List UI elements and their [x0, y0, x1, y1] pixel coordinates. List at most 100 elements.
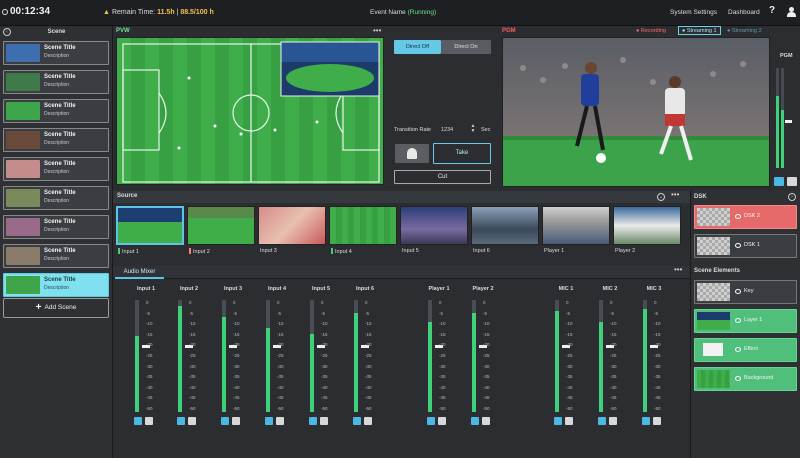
- eye-icon[interactable]: [735, 376, 741, 381]
- scene-item[interactable]: Scene Title Description: [3, 244, 109, 268]
- gear-icon[interactable]: [609, 417, 617, 425]
- dashboard-link[interactable]: Dashboard: [728, 9, 760, 16]
- scale-tick: 0: [439, 300, 442, 305]
- effect-button[interactable]: Effect: [694, 338, 797, 362]
- source-thumbnail[interactable]: [400, 206, 468, 245]
- layer-1-button[interactable]: Layer 1: [694, 309, 797, 333]
- scale-tick: -30: [483, 363, 490, 369]
- source-thumbnail[interactable]: [329, 206, 397, 245]
- pgm-fader-knob[interactable]: [785, 120, 792, 123]
- more-icon[interactable]: •••: [671, 190, 679, 199]
- dsk-1-button[interactable]: DSK 1: [694, 234, 797, 258]
- scale-tick: -35: [321, 374, 328, 380]
- gear-icon[interactable]: [276, 417, 284, 425]
- speaker-icon[interactable]: [774, 177, 784, 186]
- scale-tick: -40: [365, 384, 372, 390]
- chevron-right-icon[interactable]: ›: [788, 193, 796, 201]
- source-status-bar: [118, 248, 120, 254]
- eye-icon[interactable]: [735, 289, 741, 294]
- gear-icon[interactable]: [565, 417, 573, 425]
- speaker-icon[interactable]: [134, 417, 142, 425]
- stepper-icon[interactable]: ▲ ▼: [469, 124, 477, 135]
- speaker-icon[interactable]: [265, 417, 273, 425]
- channel-level-meter: [178, 300, 182, 412]
- gear-icon[interactable]: [438, 417, 446, 425]
- channel-level-fill: [178, 305, 182, 412]
- speaker-icon[interactable]: [471, 417, 479, 425]
- gear-icon[interactable]: [320, 417, 328, 425]
- channel-level-meter: [310, 300, 314, 412]
- speaker-icon[interactable]: [177, 417, 185, 425]
- direct-off-button[interactable]: Direct Off: [394, 40, 441, 54]
- source-thumbnail[interactable]: [613, 206, 681, 245]
- speaker-icon[interactable]: [427, 417, 435, 425]
- chevron-down-icon[interactable]: ⌄: [657, 193, 665, 201]
- scene-item[interactable]: Scene Title Description: [3, 99, 109, 123]
- more-icon[interactable]: •••: [373, 26, 381, 35]
- add-scene-button[interactable]: + Add Scene: [3, 298, 109, 318]
- direct-on-button[interactable]: Direct On: [441, 40, 491, 54]
- gear-icon[interactable]: [232, 417, 240, 425]
- speaker-icon[interactable]: [554, 417, 562, 425]
- gear-icon[interactable]: [364, 417, 372, 425]
- eye-icon[interactable]: [735, 347, 741, 352]
- source-thumbnail[interactable]: [187, 206, 255, 245]
- streaming-2-indicator[interactable]: ● Streaming 2: [727, 28, 762, 34]
- gear-icon[interactable]: [787, 177, 797, 186]
- transition-type-button[interactable]: [395, 144, 429, 163]
- speaker-icon[interactable]: [353, 417, 361, 425]
- scale-tick: -25: [439, 353, 446, 358]
- gear-icon[interactable]: [482, 417, 490, 425]
- scene-item[interactable]: Scene Title Description: [3, 41, 109, 65]
- scale-tick: -25: [483, 353, 490, 358]
- system-settings-link[interactable]: System Settings: [670, 9, 717, 16]
- scene-item[interactable]: Scene Title Description: [3, 128, 109, 152]
- scene-item[interactable]: Scene Title Description: [3, 273, 109, 297]
- help-icon[interactable]: ?: [769, 5, 775, 16]
- recording-indicator[interactable]: ● Recording: [636, 28, 666, 34]
- eye-icon[interactable]: [735, 243, 741, 248]
- more-icon[interactable]: •••: [674, 265, 682, 274]
- speaker-icon[interactable]: [309, 417, 317, 425]
- scale-tick: -5: [610, 310, 615, 316]
- scale-tick: -25: [610, 353, 617, 358]
- chevron-left-icon[interactable]: ‹: [3, 28, 11, 36]
- source-thumbnail[interactable]: [542, 206, 610, 245]
- tab-audio-mixer[interactable]: Audio Mixer: [115, 266, 164, 279]
- key-thumbnail: [697, 283, 730, 301]
- scene-thumbnail: [6, 73, 40, 91]
- source-thumbnail[interactable]: [258, 206, 326, 245]
- speaker-icon[interactable]: [221, 417, 229, 425]
- streaming-1-indicator[interactable]: ● Streaming 1: [678, 26, 721, 35]
- event-label: Event Name: [370, 9, 406, 16]
- user-icon[interactable]: [787, 7, 796, 17]
- scale-tick: -10: [146, 321, 153, 327]
- take-button[interactable]: Take: [433, 143, 491, 164]
- key-label: Key: [744, 288, 754, 294]
- source-thumbnail[interactable]: [471, 206, 539, 245]
- background-button[interactable]: Background: [694, 367, 797, 391]
- channel-scale: 0 -5 -10 -15 -20 -25 -30 -35 -40 -45 -50: [321, 300, 339, 412]
- scene-item[interactable]: Scene Title Description: [3, 186, 109, 210]
- scale-tick: 0: [365, 300, 368, 305]
- source-name: Input 1: [122, 249, 139, 255]
- scale-tick: -45: [566, 395, 573, 401]
- cut-button[interactable]: Cut: [394, 170, 491, 184]
- remain-time: ▲ Remain Time: 11.5h | 88.5/100 h: [103, 9, 214, 16]
- source-thumbnail[interactable]: [116, 206, 184, 245]
- gear-icon[interactable]: [145, 417, 153, 425]
- gear-icon[interactable]: [188, 417, 196, 425]
- speaker-icon[interactable]: [598, 417, 606, 425]
- scale-tick: -35: [233, 374, 240, 380]
- speaker-icon[interactable]: [642, 417, 650, 425]
- scene-item[interactable]: Scene Title Description: [3, 157, 109, 181]
- dsk-2-button[interactable]: DSK 2: [694, 205, 797, 229]
- transition-rate-value[interactable]: 1234: [441, 127, 453, 133]
- key-button[interactable]: Key: [694, 280, 797, 304]
- pvw-monitor[interactable]: [116, 37, 384, 185]
- gear-icon[interactable]: [653, 417, 661, 425]
- eye-icon[interactable]: [735, 214, 741, 219]
- scene-item[interactable]: Scene Title Description: [3, 70, 109, 94]
- eye-icon[interactable]: [735, 318, 741, 323]
- scene-item[interactable]: Scene Title Description: [3, 215, 109, 239]
